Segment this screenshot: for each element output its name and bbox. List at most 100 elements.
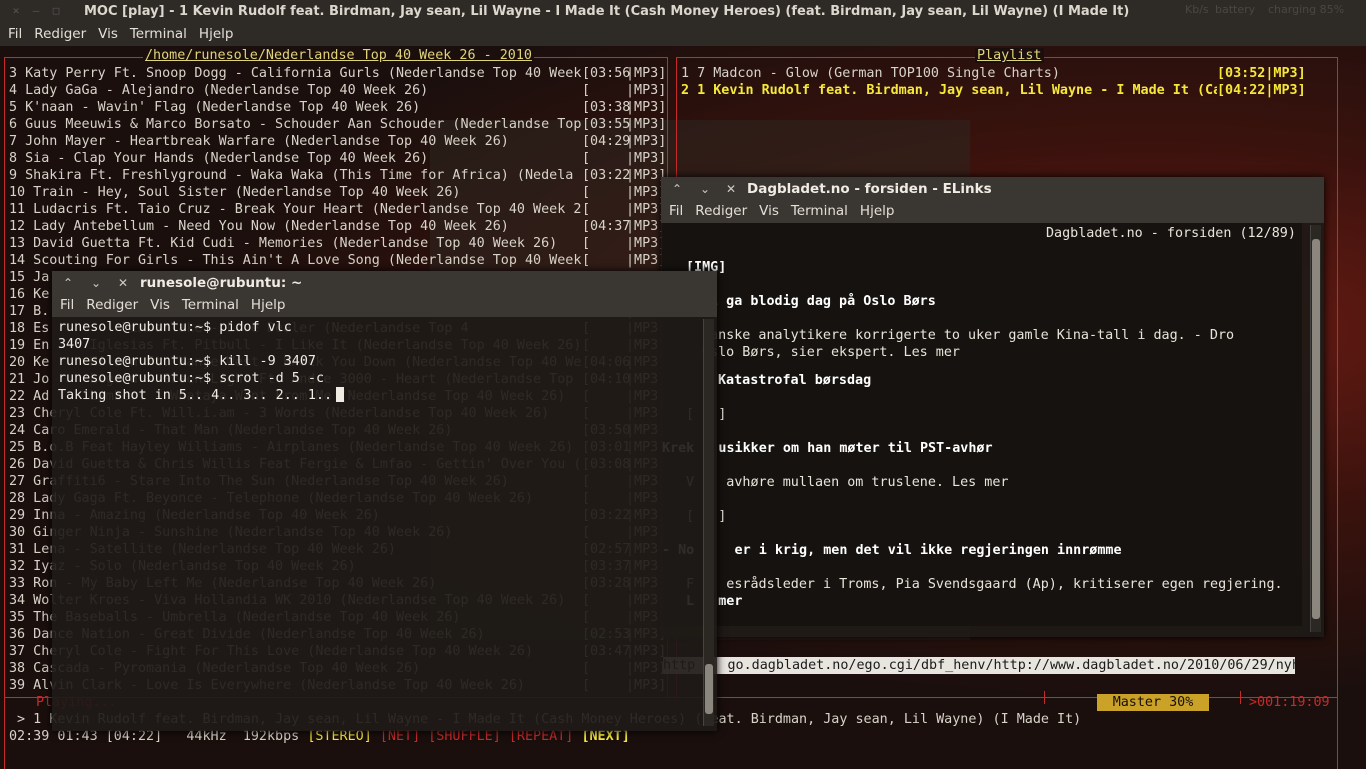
list-item[interactable]: 13 David Guetta Ft. Kid Cudi - Memories … (9, 235, 667, 252)
terminal-line: runesole@rubuntu:~$ pidof vlc (58, 319, 292, 336)
sample-rate: 44kHz (186, 729, 227, 744)
track-title: 3 Katy Perry Ft. Snoop Dogg - California… (9, 66, 582, 81)
terminal-line: 3407 (58, 336, 90, 353)
menu-rediger[interactable]: Rediger (34, 26, 86, 42)
elinks-window[interactable]: ⌃ ⌄ ✕ Dagbladet.no - forsiden - ELinks F… (661, 177, 1324, 674)
menu-vis[interactable]: Vis (98, 26, 118, 42)
track-format: |MP3] (626, 168, 667, 183)
minimize-icon[interactable]: – (28, 3, 44, 19)
mixer-master[interactable]: Master 30% (1097, 694, 1209, 711)
terminal-cursor (336, 387, 345, 402)
gnome-terminal-window[interactable]: ⌃ ⌄ ✕ runesole@rubuntu: ~ Fil Rediger Vis T… (52, 271, 717, 731)
bottom-frame-right (1337, 751, 1338, 768)
main-menubar: Fil Rediger Vis Terminal Hjelp (0, 24, 1366, 46)
page-text-line: Katastrofal børsdag (718, 373, 872, 388)
playlist-track-title: 1 7 Madcon - Glow (German TOP100 Single … (681, 66, 1060, 81)
menu-vis[interactable]: Vis (150, 297, 170, 313)
track-title: 13 David Guetta Ft. Kid Cudi - Memories … (9, 236, 558, 251)
list-item[interactable]: 14 Scouting For Girls - This Ain't A Lov… (9, 252, 666, 269)
elinks-title: Dagbladet.no - forsiden - ELinks (747, 181, 992, 197)
menu-fil[interactable]: Fil (8, 26, 22, 42)
track-time: [03:55 (582, 117, 631, 132)
menu-rediger[interactable]: Rediger (695, 203, 747, 219)
track-time: [ (582, 151, 631, 166)
list-item[interactable]: 11 Ludacris Ft. Taio Cruz - Break Your H… (9, 201, 666, 218)
track-time: [03:56 (582, 66, 631, 81)
repeat-flag: [REPEAT] (508, 729, 574, 744)
scrollbar-thumb[interactable] (1312, 239, 1320, 619)
menu-fil[interactable]: Fil (669, 203, 683, 219)
ghost-battery: battery (1215, 3, 1256, 16)
track-title: 14 Scouting For Girls - This Ain't A Lov… (9, 253, 582, 268)
chevron-down-icon[interactable]: ⌄ (697, 181, 713, 197)
bottom-frame-left (4, 697, 5, 769)
playlist-item[interactable]: 2 1 Kevin Rudolf feat. Birdman, Jay sean… (681, 82, 1306, 99)
net-flag: [NET] (379, 729, 421, 744)
playlist-item[interactable]: 1 7 Madcon - Glow (German TOP100 Single … (681, 65, 1306, 82)
window-titlebar[interactable]: ✕ – □ MOC [play] - 1 Kevin Rudolf feat. … (0, 0, 1366, 24)
chevron-up-icon[interactable]: ⌃ (60, 275, 76, 291)
menu-vis[interactable]: Vis (759, 203, 779, 219)
elinks-titlebar[interactable]: ⌃ ⌄ ✕ Dagbladet.no - forsiden - ELinks (661, 177, 1324, 201)
track-title: 11 Ludacris Ft. Taio Cruz - Break Your H… (9, 202, 582, 217)
list-item[interactable]: 9 Shakira Ft. Freshlyground - Waka Waka … (9, 167, 667, 184)
menu-hjelp[interactable]: Hjelp (199, 26, 234, 42)
close-icon[interactable]: ✕ (8, 3, 24, 19)
track-time: [04:29 (582, 134, 631, 149)
terminal-scrollbar[interactable] (703, 319, 714, 726)
terminal-line-text: runesole@rubuntu:~$ pidof vlc (58, 320, 292, 335)
menu-hjelp[interactable]: Hjelp (251, 297, 286, 313)
list-item[interactable]: 8 Sia - Clap Your Hands (Nederlandse Top… (9, 150, 667, 167)
track-title: 4 Lady GaGa - Alejandro (Nederlandse Top… (9, 83, 429, 98)
track-title: 7 John Mayer - Heartbreak Warfare (Neder… (9, 134, 509, 149)
menu-terminal[interactable]: Terminal (182, 297, 239, 313)
page-text-line: F esrådsleder i Troms, Pia Svendsgaard (… (686, 577, 1283, 592)
menu-rediger[interactable]: Rediger (86, 297, 138, 313)
next-flag: [NEXT] (581, 729, 630, 744)
url-status: http go.dagbladet.no/ego.cgi/dbf_henv/ht… (663, 657, 1295, 674)
close-icon[interactable]: ✕ (723, 181, 739, 197)
close-icon[interactable]: ✕ (115, 275, 131, 291)
ghost-charging: charging 85% (1268, 3, 1345, 16)
track-format: |MP3] (626, 219, 667, 234)
track-time: [03:22 (582, 168, 631, 183)
maximize-icon[interactable]: □ (48, 3, 64, 19)
track-format: |MP3] (626, 151, 667, 166)
browser-path-title: /home/runesole/Nederlandse Top 40 Week 2… (143, 48, 534, 63)
elinks-scrollbar[interactable] (1310, 225, 1321, 632)
track-format: |MP3] (626, 83, 667, 98)
track-format: |MP3] (626, 236, 667, 251)
track-format: |MP3] (626, 100, 667, 115)
chevron-down-icon[interactable]: ⌄ (88, 275, 104, 291)
list-item[interactable]: 7 John Mayer - Heartbreak Warfare (Neder… (9, 133, 667, 150)
total-time: >001:19:09 (1249, 695, 1330, 710)
bar-separator (1044, 691, 1045, 704)
chevron-up-icon[interactable]: ⌃ (669, 181, 685, 197)
list-item[interactable]: 12 Lady Antebellum - Need You Now (Neder… (9, 218, 667, 235)
menu-terminal[interactable]: Terminal (130, 26, 187, 42)
track-format: |MP3] (626, 117, 667, 132)
menu-fil[interactable]: Fil (60, 297, 74, 313)
page-title: Dagbladet.no - forsiden (12/89) (1046, 226, 1296, 241)
terminal-titlebar[interactable]: ⌃ ⌄ ✕ runesole@rubuntu: ~ (52, 271, 717, 295)
track-title: 8 Sia - Clap Your Hands (Nederlandse Top… (9, 151, 429, 166)
track-format: |MP3] (626, 185, 667, 200)
track-time: [ (582, 202, 631, 217)
list-item[interactable]: 10 Train - Hey, Soul Sister (Nederlandse… (9, 184, 667, 201)
list-item[interactable]: 6 Guus Meeuwis & Marco Borsato - Schoude… (9, 116, 667, 133)
track-title: 10 Train - Hey, Soul Sister (Nederlandse… (9, 185, 461, 200)
menu-hjelp[interactable]: Hjelp (860, 203, 895, 219)
page-text-line: kanske analytikere korrigerte to uker ga… (702, 328, 1235, 343)
list-item[interactable]: 4 Lady GaGa - Alejandro (Nederlandse Top… (9, 82, 667, 99)
track-title: 9 Shakira Ft. Freshlyground - Waka Waka … (9, 168, 574, 183)
terminal-line-text: 3407 (58, 337, 91, 352)
scrollbar-thumb[interactable] (705, 664, 713, 714)
stereo-flag: [STEREO] (307, 729, 372, 744)
playlist-title: Playlist (975, 48, 1044, 63)
terminal-line-text: runesole@rubuntu:~$ scrot -d 5 -c (58, 371, 325, 386)
track-format: |MP3] (626, 134, 667, 149)
list-item[interactable]: 5 K'naan - Wavin' Flag (Nederlandse Top … (9, 99, 667, 116)
list-item[interactable]: 3 Katy Perry Ft. Snoop Dogg - California… (9, 65, 666, 82)
track-title: 5 K'naan - Wavin' Flag (Nederlandse Top … (9, 100, 421, 115)
menu-terminal[interactable]: Terminal (791, 203, 848, 219)
